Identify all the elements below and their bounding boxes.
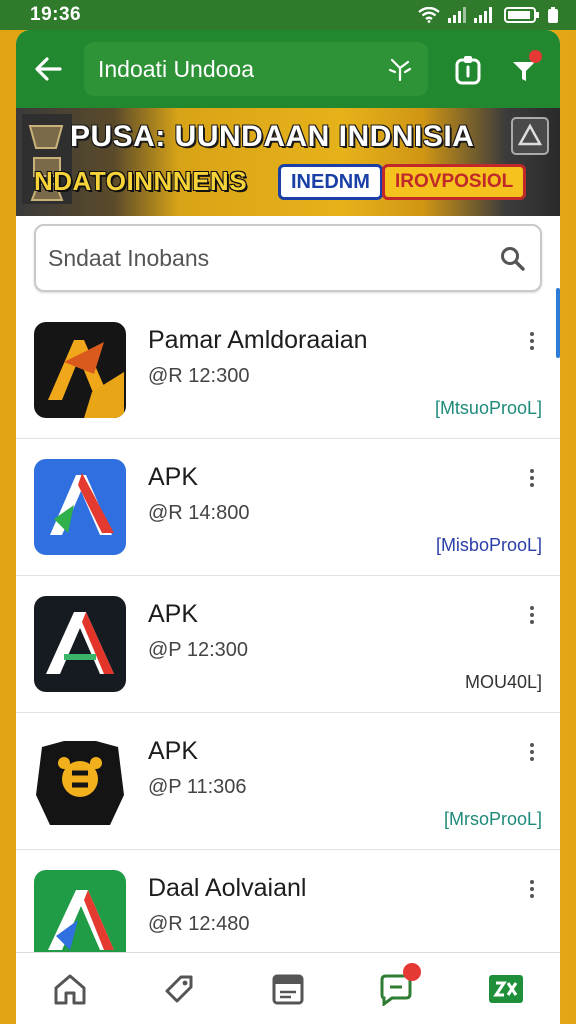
app-tag: [MisboProoL]	[435, 535, 542, 555]
app-icon-dark-a	[34, 596, 126, 692]
app-name: Daal Aolvaianl	[148, 874, 307, 902]
battery-icon	[504, 7, 539, 23]
filter-button[interactable]	[504, 50, 544, 90]
nav-calendar[interactable]	[258, 959, 318, 1019]
banner-subtitle: NDATOINNNENS	[34, 166, 248, 196]
status-icons	[418, 7, 558, 23]
home-icon	[54, 974, 86, 1004]
app-name: APK	[148, 737, 199, 765]
clipboard-icon	[455, 56, 481, 85]
battery-small-icon	[548, 7, 558, 23]
nav-chat[interactable]	[367, 959, 427, 1019]
status-bar: 19:36	[0, 0, 576, 30]
nav-home[interactable]	[40, 959, 100, 1019]
app-tag: MOU40L]	[464, 672, 542, 692]
bottom-nav	[16, 952, 560, 1024]
search-input[interactable]: Sndaat Inobans	[34, 224, 542, 292]
app-price: @P 11:306	[148, 776, 247, 798]
app-list: Pamar Amldoraaian @R 12:300 [MtsuoProoL]…	[16, 302, 560, 987]
signal-icon-2	[474, 7, 492, 23]
status-time: 19:36	[30, 4, 82, 25]
more-vert-icon[interactable]	[530, 469, 534, 487]
games-icon	[488, 974, 523, 1003]
back-arrow-icon	[35, 57, 62, 81]
clipboard-button[interactable]	[448, 50, 488, 90]
app-price: @R 12:480	[148, 913, 250, 935]
promo-banner[interactable]: PUSA: UUNDAAN INDNISIA NDATOINNNENS INED…	[16, 108, 560, 216]
app-icon-blue-a	[34, 459, 126, 555]
nav-games[interactable]	[476, 959, 536, 1019]
list-item[interactable]: APK @P 11:306 [MrsoProoL]	[16, 713, 560, 850]
app-screen: Indoati Undooa PUSA: UUNDAAN INDNISIA ND…	[16, 30, 560, 1024]
chat-notification-badge	[402, 962, 421, 981]
app-tag: [MrsoProoL]	[443, 809, 542, 829]
more-vert-icon[interactable]	[530, 606, 534, 624]
banner-title: PUSA: UUNDAAN INDNISIA	[70, 120, 475, 153]
app-price: @R 14:800	[148, 502, 250, 524]
tag-icon	[165, 975, 193, 1002]
calendar-icon	[272, 974, 304, 1004]
nav-tags[interactable]	[149, 959, 209, 1019]
more-vert-icon[interactable]	[530, 743, 534, 761]
filter-notification-dot	[529, 50, 542, 63]
app-price: @P 12:300	[148, 639, 249, 661]
banner-chip-promo[interactable]: IROVPOSIOL	[382, 164, 527, 200]
app-tag: [MtsuoProoL]	[434, 398, 542, 418]
wifi-icon	[418, 7, 440, 23]
list-item[interactable]: APK @P 12:300 MOU40L]	[16, 576, 560, 713]
search-placeholder: Sndaat Inobans	[48, 244, 210, 271]
page-title: Indoati Undooa	[98, 55, 255, 82]
app-name: APK	[148, 463, 199, 491]
app-name: APK	[148, 600, 199, 628]
back-button[interactable]	[16, 30, 80, 108]
header-title-box[interactable]: Indoati Undooa	[84, 42, 428, 96]
app-icon-gold-a	[34, 322, 126, 418]
more-vert-icon[interactable]	[530, 332, 534, 350]
list-item[interactable]: Pamar Amldoraaian @R 12:300 [MtsuoProoL]	[16, 302, 560, 439]
search-icon[interactable]	[500, 246, 526, 272]
more-vert-icon[interactable]	[530, 880, 534, 898]
app-icon-badge	[34, 733, 126, 829]
app-bar: Indoati Undooa	[16, 30, 560, 108]
app-price: @R 12:300	[148, 365, 250, 387]
brand-logo-icon	[511, 117, 549, 155]
leaf-icon[interactable]	[386, 56, 414, 82]
list-item[interactable]: APK @R 14:800 [MisboProoL]	[16, 439, 560, 576]
signal-icon-1	[448, 7, 466, 23]
banner-chip-new[interactable]: INEDNM	[278, 164, 383, 200]
app-name: Pamar Amldoraaian	[148, 326, 368, 354]
